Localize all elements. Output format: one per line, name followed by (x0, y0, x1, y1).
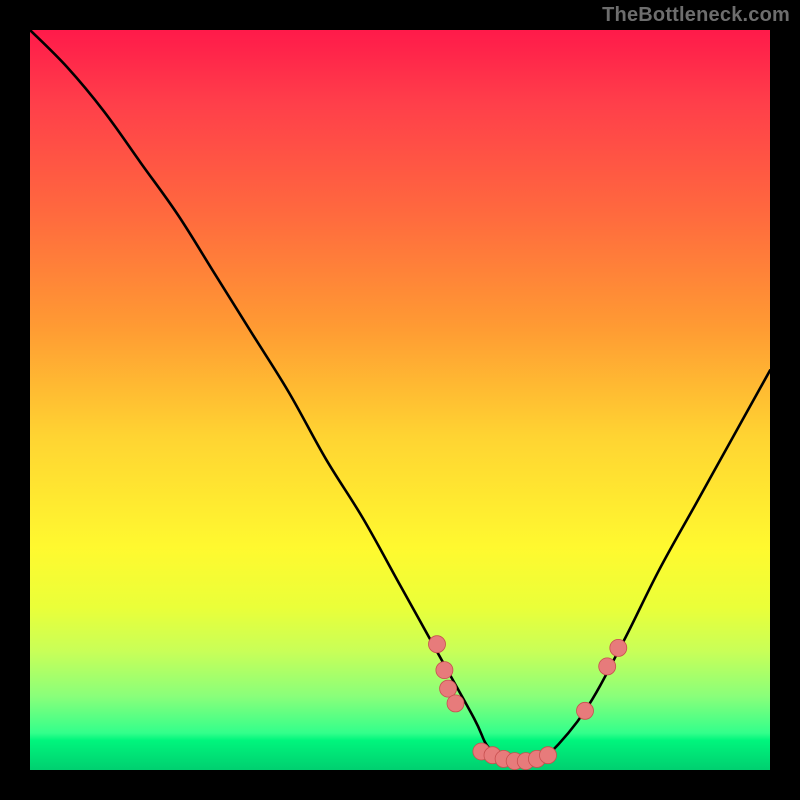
data-point-p13 (599, 658, 616, 675)
watermark-text: TheBottleneck.com (602, 4, 790, 27)
data-point-p4 (447, 695, 464, 712)
data-point-p1 (429, 636, 446, 653)
chart-stage: TheBottleneck.com (0, 0, 800, 800)
data-point-p12 (577, 702, 594, 719)
plot-area (30, 30, 770, 770)
data-points (429, 636, 627, 770)
data-point-p14 (610, 639, 627, 656)
data-point-p3 (440, 680, 457, 697)
data-point-p11 (540, 747, 557, 764)
data-point-p2 (436, 662, 453, 679)
curve-layer (30, 30, 770, 770)
bottleneck-curve (30, 30, 770, 764)
